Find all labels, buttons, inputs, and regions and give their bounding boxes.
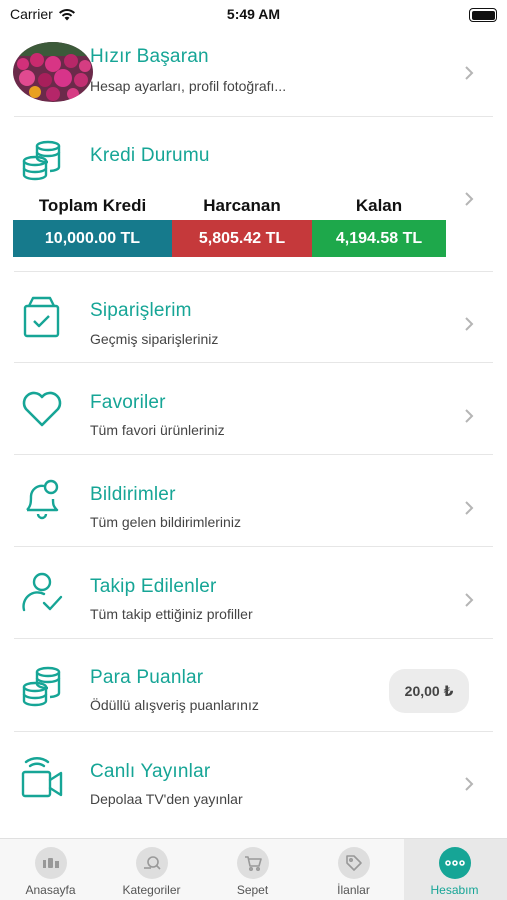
coins-icon: [22, 140, 61, 181]
chevron-right-icon: [465, 66, 474, 80]
points-title: Para Puanlar: [90, 667, 204, 688]
tab-cart-label: Sepet: [236, 883, 269, 897]
followed-subtitle: Tüm takip ettiğiniz profiller: [90, 606, 253, 622]
menu-item-followed[interactable]: Takip Edilenler Tüm takip ettiğiniz prof…: [0, 547, 507, 638]
remaining-value: 4,194.58 TL: [312, 220, 446, 257]
battery-icon: [469, 8, 497, 22]
chevron-right-icon: [465, 409, 474, 423]
tab-listings[interactable]: İlanlar: [303, 839, 404, 900]
tab-account[interactable]: Hesabım: [404, 839, 507, 900]
avatar[interactable]: [13, 42, 93, 102]
menu-item-live-streams[interactable]: Canlı Yayınlar Depolaa TV'den yayınlar: [0, 732, 507, 824]
categories-icon: [136, 847, 168, 879]
clock: 5:49 AM: [226, 6, 281, 22]
points-badge: 20,00 ₺: [389, 669, 469, 713]
tab-home-label: Anasayfa: [25, 883, 76, 897]
orders-subtitle: Geçmiş siparişleriniz: [90, 331, 219, 347]
points-subtitle: Ödüllü alışveriş puanlarınız: [90, 697, 259, 713]
chevron-right-icon: [465, 777, 474, 791]
tag-icon: [338, 847, 370, 879]
bell-icon: [26, 479, 59, 520]
tab-home[interactable]: Anasayfa: [0, 839, 101, 900]
status-bar: Carrier 5:49 AM: [0, 0, 507, 30]
menu-item-favorites[interactable]: Favoriler Tüm favori ürünleriniz: [0, 363, 507, 454]
live-streams-title: Canlı Yayınlar: [90, 761, 211, 782]
tab-bar: Anasayfa Kategoriler Sepet İlanlar Hesab…: [0, 838, 507, 900]
heart-icon: [22, 391, 62, 427]
total-credit-label: Toplam Kredi: [38, 196, 147, 215]
chevron-right-icon: [465, 501, 474, 515]
chevron-right-icon: [465, 593, 474, 607]
video-camera-icon: [21, 757, 63, 798]
notifications-title: Bildirimler: [90, 484, 176, 505]
user-check-icon: [22, 572, 63, 612]
home-icon: [35, 847, 67, 879]
more-icon: [439, 847, 471, 879]
notifications-subtitle: Tüm gelen bildirimleriniz: [90, 514, 241, 530]
chevron-right-icon: [465, 192, 474, 206]
live-streams-subtitle: Depolaa TV'den yayınlar: [90, 791, 243, 807]
tab-listings-label: İlanlar: [337, 883, 370, 897]
chevron-right-icon: [465, 317, 474, 331]
tab-categories[interactable]: Kategoriler: [101, 839, 202, 900]
profile-row[interactable]: Hızır Başaran Hesap ayarları, profil fot…: [0, 30, 507, 116]
favorites-subtitle: Tüm favori ürünleriniz: [90, 422, 225, 438]
menu-item-orders[interactable]: Siparişlerim Geçmiş siparişleriniz: [0, 272, 507, 362]
profile-subtitle: Hesap ayarları, profil fotoğrafı...: [90, 78, 287, 94]
coins-icon: [22, 666, 61, 707]
orders-title: Siparişlerim: [90, 300, 192, 321]
tab-cart[interactable]: Sepet: [202, 839, 303, 900]
menu-item-notifications[interactable]: Bildirimler Tüm gelen bildirimleriniz: [0, 455, 507, 546]
remaining-label: Kalan: [355, 196, 403, 215]
cart-icon: [237, 847, 269, 879]
profile-name: Hızır Başaran: [90, 46, 209, 67]
followed-title: Takip Edilenler: [90, 576, 217, 597]
tab-categories-label: Kategoriler: [122, 883, 181, 897]
credit-title: Kredi Durumu: [90, 145, 210, 166]
favorites-title: Favoriler: [90, 392, 166, 413]
points-badge-value: 20,00 ₺: [404, 682, 454, 699]
spent-value: 5,805.42 TL: [172, 220, 312, 257]
total-credit-value: 10,000.00 TL: [13, 220, 172, 257]
box-icon: [23, 296, 60, 338]
tab-account-label: Hesabım: [430, 883, 479, 897]
spent-label: Harcanan: [203, 196, 281, 215]
